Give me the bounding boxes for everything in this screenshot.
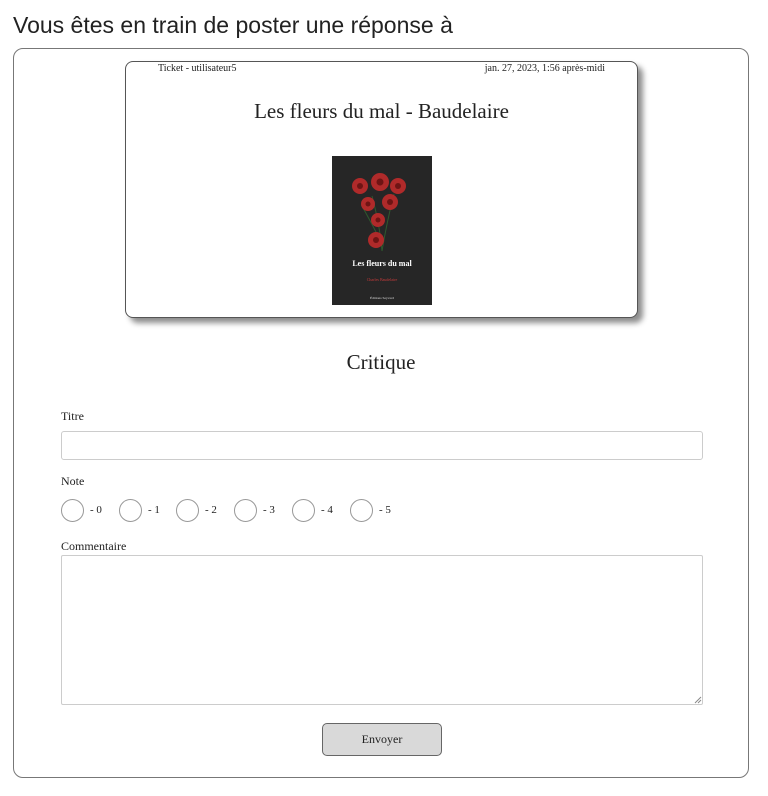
ticket-card: Ticket - utilisateur5 jan. 27, 2023, 1:5… (125, 61, 638, 318)
page-heading: Vous êtes en train de poster une réponse… (13, 12, 453, 38)
radio-button[interactable] (61, 499, 84, 522)
comment-textarea[interactable] (61, 555, 703, 705)
response-card: Ticket - utilisateur5 jan. 27, 2023, 1:5… (13, 48, 749, 778)
radio-button[interactable] (119, 499, 142, 522)
book-cover-image: Les fleurs du mal Charles Baudelaire Édi… (332, 156, 432, 305)
rating-label: Note (61, 474, 85, 488)
roses-illustration (352, 173, 406, 252)
cover-title: Les fleurs du mal (352, 259, 412, 268)
rating-option-label: - 3 (263, 504, 275, 516)
rating-option-label: - 4 (321, 504, 333, 516)
ticket-title: Les fleurs du mal - Baudelaire (254, 99, 509, 123)
radio-button[interactable] (234, 499, 257, 522)
resize-handle-icon[interactable] (694, 696, 702, 704)
rating-option-label: - 0 (90, 504, 102, 516)
ticket-author: Ticket - utilisateur5 (158, 63, 237, 74)
title-label: Titre (61, 409, 84, 423)
ticket-date: jan. 27, 2023, 1:56 après-midi (484, 63, 605, 74)
cover-author: Charles Baudelaire (366, 277, 398, 282)
title-input[interactable] (61, 431, 703, 460)
form-section-title: Critique (346, 350, 416, 374)
radio-button[interactable] (292, 499, 315, 522)
radio-button[interactable] (176, 499, 199, 522)
radio-button[interactable] (350, 499, 373, 522)
rating-option-label: - 1 (148, 504, 160, 516)
rating-option-label: - 5 (379, 504, 391, 516)
submit-button[interactable]: Envoyer (322, 723, 442, 756)
rating-option-label: - 2 (205, 504, 217, 516)
comment-label: Commentaire (61, 539, 127, 553)
cover-publisher: Éditions Seyvard (369, 296, 394, 300)
